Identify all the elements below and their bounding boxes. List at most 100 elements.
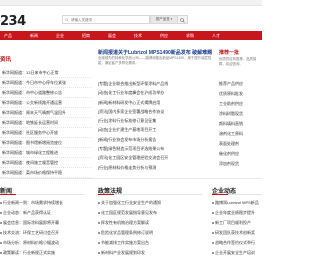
- bullet-icon: [98, 202, 100, 204]
- bullet-icon: [98, 242, 100, 244]
- list-item[interactable]: 新华网报道：周末天气晴朗气温回升: [0, 108, 92, 118]
- list-item[interactable]: 催化剂供应: [219, 149, 262, 159]
- nav-item[interactable]: 展会: [108, 33, 116, 39]
- list-item[interactable]: 关于加强化工行业安全生产的通知: [98, 198, 202, 208]
- list-item[interactable]: [资讯]化工园区安全管理经验交流会召开: [98, 153, 216, 162]
- list-item-label: 技术交流：环保工艺研讨会召开: [3, 230, 59, 235]
- list-item-label: 路博润Lubrizol MPS新品: [215, 200, 259, 205]
- nav-item[interactable]: 技术: [134, 33, 142, 39]
- list-item[interactable]: 市场分析：原材料价格小幅波动: [0, 238, 84, 248]
- list-item[interactable]: 推荐产品供应: [219, 79, 262, 89]
- list-item[interactable]: 化工园区规范发展指导意见发布: [98, 208, 202, 218]
- list-item[interactable]: 新工厂项目顺利投产: [212, 218, 262, 228]
- section-divider: [0, 178, 262, 179]
- list-item[interactable]: 新华网报道：市中心道路整修公告: [0, 88, 92, 98]
- nav-item[interactable]: 供应: [160, 33, 168, 39]
- bullet-icon: [0, 242, 2, 244]
- list-item-label: 企业年度业绩稳步提升: [215, 210, 255, 215]
- section-accent-bar: [212, 194, 228, 195]
- nav-item[interactable]: 求购: [186, 33, 194, 39]
- list-item[interactable]: [行业]原材料价格走势分析与预测: [98, 163, 216, 172]
- list-item[interactable]: 新华网报道：社区服务中心开放: [0, 128, 92, 138]
- right-headline[interactable]: 推荐一批: [219, 49, 262, 56]
- headline-link[interactable]: 新闻报道关于Lubrizol MPS1490新品发布 破解难题: [98, 49, 216, 56]
- list-item[interactable]: [动态]企业扩建生产基地项目开工: [98, 125, 216, 134]
- nav-item[interactable]: 新闻: [30, 33, 38, 39]
- nav-item[interactable]: 人才: [212, 33, 220, 39]
- list-item[interactable]: 技术交流：环保工艺研讨会召开: [0, 228, 84, 238]
- bullet-icon: [98, 222, 100, 224]
- search-type-dropdown[interactable]: 按产品查 ▾: [150, 15, 178, 24]
- list-item[interactable]: 企业开展安全生产培训: [212, 248, 262, 258]
- list-item[interactable]: 新华网报道：夜间施工噪音管控: [0, 158, 92, 168]
- list-item[interactable]: [行业]涂料行业标准修订意见征集: [98, 116, 216, 125]
- list-item[interactable]: 企业动态：新产品获得认证: [0, 208, 84, 218]
- list-item[interactable]: 表面处理剂: [219, 139, 262, 149]
- list-item[interactable]: [新闻]新材料研发中心正式揭牌启用: [98, 98, 216, 107]
- site-logo[interactable]: 234: [0, 14, 26, 29]
- nav-item[interactable]: 招商: [82, 33, 90, 39]
- list-item-label: 危险化学品管理条例修订说明: [101, 230, 153, 235]
- list-item-label: 市场分析：原材料价格小幅波动: [3, 240, 59, 245]
- list-item[interactable]: 企业年度业绩稳步提升: [212, 208, 262, 218]
- list-item-label: 新材料产业发展规划印发: [101, 250, 145, 255]
- bullet-icon: [212, 242, 214, 244]
- header: 234 按产品查 ▾: [0, 6, 262, 30]
- list-item[interactable]: 添加剂现货: [219, 159, 262, 169]
- list-item[interactable]: [专题]企业联合推出新型环保涂料产品线: [98, 79, 216, 88]
- list-item[interactable]: 新华网报道：城市绿化工程推进: [0, 148, 92, 158]
- list-item[interactable]: 新华网报道：公交新线路开通运营: [0, 98, 92, 108]
- search-icon: [180, 17, 185, 23]
- list-item[interactable]: 政策解读：行业新规正式实施: [0, 248, 84, 258]
- bottom-policy-section: 政策法规 关于加强化工行业安全生产的通知 化工园区规范发展指导意见发布 挥发性有…: [98, 186, 202, 258]
- list-item-label: 企业动态：新产品获得认证: [3, 210, 51, 215]
- bullet-icon: [212, 252, 214, 254]
- list-item[interactable]: 新华网报道：菜市场价格保持平稳: [0, 168, 92, 178]
- list-item[interactable]: 新材料产业发展规划印发: [98, 248, 202, 258]
- list-item[interactable]: 新华网报道：地铁延长运营时间: [0, 118, 92, 128]
- list-item[interactable]: 危险化学品管理条例修订说明: [98, 228, 202, 238]
- list-item[interactable]: 路博润Lubrizol MPS新品: [212, 198, 262, 208]
- list-item[interactable]: 新华网报道：图书馆新增阅览座位: [0, 138, 92, 148]
- list-item[interactable]: 展会信息：国际涂料展即将开幕: [0, 218, 84, 228]
- bottom-news-list: 行业新闻一则：市场需求持续增长 企业动态：新产品获得认证 展会信息：国际涂料展即…: [0, 198, 84, 258]
- search-input[interactable]: [71, 17, 149, 23]
- list-item[interactable]: 战略合作签约仪式举行: [212, 238, 262, 248]
- list-item[interactable]: 溶剂化工原料: [219, 129, 262, 139]
- list-item[interactable]: 涂料树脂现货: [219, 109, 262, 119]
- list-item-label: 战略合作签约仪式举行: [215, 240, 255, 245]
- bullet-icon: [212, 222, 214, 224]
- list-item[interactable]: 优质原料批发: [219, 89, 262, 99]
- nav-item[interactable]: 企业: [56, 33, 64, 39]
- list-item[interactable]: [资讯]国内多家企业签署战略合作协议: [98, 107, 216, 116]
- bottom-enterprise-section: 企业动态 路博润Lubrizol MPS新品 企业年度业绩稳步提升 新工厂项目顺…: [212, 186, 262, 258]
- list-item[interactable]: 工业助剂供应: [219, 99, 262, 109]
- list-item[interactable]: 研发团队获技术创新奖: [212, 228, 262, 238]
- list-item[interactable]: [动态]化工行业年度峰会在沪成功举办: [98, 88, 216, 97]
- list-item[interactable]: [专题]绿色制造示范项目评选结果公布: [98, 144, 216, 153]
- bullet-icon: [212, 212, 214, 214]
- list-item-label: 行业新闻一则：市场需求持续增长: [3, 200, 63, 205]
- list-item[interactable]: 挥发性有机物治理方案解读: [98, 218, 202, 228]
- middle-news-list: [专题]企业联合推出新型环保涂料产品线 [动态]化工行业年度峰会在沪成功举办 […: [98, 79, 216, 172]
- bullet-icon: [98, 232, 100, 234]
- list-item[interactable]: [新闻]行业协会发布市场分析报告: [98, 135, 216, 144]
- section-accent-bar: [98, 194, 114, 195]
- bottom-enterprise-list: 路博润Lubrizol MPS新品 企业年度业绩稳步提升 新工厂项目顺利投产 研…: [212, 198, 262, 258]
- chevron-down-icon: ▾: [170, 17, 173, 21]
- bullet-icon: [98, 212, 100, 214]
- list-item[interactable]: 颜料填料直销: [219, 119, 262, 129]
- list-item[interactable]: 节能减排工作实施方案出台: [98, 238, 202, 248]
- main-nav: 产品 新闻 企业 招商 展会 技术 供应 求购 人才: [0, 31, 262, 40]
- nav-item[interactable]: 产品: [4, 33, 12, 39]
- list-item-label: 挥发性有机物治理方案解读: [101, 220, 149, 225]
- list-item-label: 化工园区规范发展指导意见发布: [101, 210, 157, 215]
- list-item[interactable]: 新华网报道：13日来市中心正常: [0, 68, 92, 78]
- search-submit-button[interactable]: [178, 15, 188, 24]
- list-item-label: 关于加强化工行业安全生产的通知: [101, 200, 161, 205]
- bullet-icon: [0, 232, 2, 234]
- list-item[interactable]: 新华网报道：今日市中心停车位紧张: [0, 78, 92, 88]
- left-news-list: 新华网报道：13日来市中心正常 新华网报道：今日市中心停车位紧张 新华网报道：市…: [0, 68, 92, 178]
- search-type-label: 按产品查: [155, 17, 170, 21]
- list-item[interactable]: 行业新闻一则：市场需求持续增长: [0, 198, 84, 208]
